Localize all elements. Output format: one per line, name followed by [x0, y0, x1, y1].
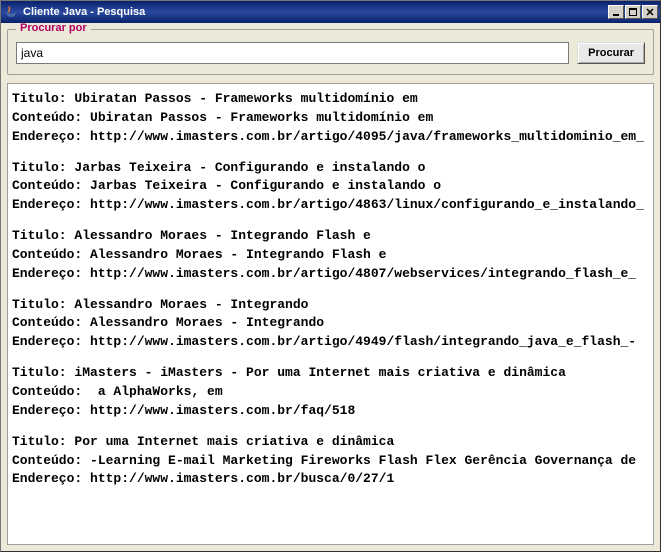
search-legend: Procurar por	[16, 23, 91, 34]
window-title: Cliente Java - Pesquisa	[23, 6, 608, 18]
result-content: Conteúdo: Ubiratan Passos - Frameworks m…	[12, 109, 649, 128]
result-address: Endereço: http://www.imasters.com.br/faq…	[12, 402, 649, 421]
result-address: Endereço: http://www.imasters.com.br/art…	[12, 265, 649, 284]
close-button[interactable]	[642, 5, 658, 19]
search-button[interactable]: Procurar	[577, 42, 645, 64]
app-window: Cliente Java - Pesquisa Procurar por Pro…	[0, 0, 661, 552]
result-title: Titulo: Alessandro Moraes - Integrando F…	[12, 227, 649, 246]
result-address: Endereço: http://www.imasters.com.br/art…	[12, 196, 649, 215]
maximize-button[interactable]	[625, 5, 641, 19]
result-block: Titulo: Por uma Internet mais criativa e…	[12, 433, 649, 490]
result-block: Titulo: Alessandro Moraes - Integrando F…	[12, 227, 649, 284]
search-panel: Procurar por Procurar	[7, 29, 654, 75]
result-title: Titulo: Alessandro Moraes - Integrando	[12, 296, 649, 315]
result-content: Conteúdo: a AlphaWorks, em	[12, 383, 649, 402]
client-area: Procurar por Procurar Titulo: Ubiratan P…	[1, 23, 660, 551]
result-title: Titulo: Ubiratan Passos - Frameworks mul…	[12, 90, 649, 109]
result-address: Endereço: http://www.imasters.com.br/bus…	[12, 470, 649, 489]
result-title: Titulo: iMasters - iMasters - Por uma In…	[12, 364, 649, 383]
result-address: Endereço: http://www.imasters.com.br/art…	[12, 128, 649, 147]
result-block: Titulo: iMasters - iMasters - Por uma In…	[12, 364, 649, 421]
minimize-button[interactable]	[608, 5, 624, 19]
result-block: Titulo: Ubiratan Passos - Frameworks mul…	[12, 90, 649, 147]
window-controls	[608, 5, 658, 19]
java-app-icon	[3, 4, 19, 20]
result-address: Endereço: http://www.imasters.com.br/art…	[12, 333, 649, 352]
result-content: Conteúdo: Alessandro Moraes - Integrando…	[12, 246, 649, 265]
result-block: Titulo: Jarbas Teixeira - Configurando e…	[12, 159, 649, 216]
search-row: Procurar	[16, 42, 645, 64]
result-content: Conteúdo: Jarbas Teixeira - Configurando…	[12, 177, 649, 196]
result-title: Titulo: Jarbas Teixeira - Configurando e…	[12, 159, 649, 178]
result-content: Conteúdo: -Learning E-mail Marketing Fir…	[12, 452, 649, 471]
search-input[interactable]	[16, 42, 569, 64]
title-bar: Cliente Java - Pesquisa	[1, 1, 660, 23]
result-title: Titulo: Por uma Internet mais criativa e…	[12, 433, 649, 452]
result-block: Titulo: Alessandro Moraes - IntegrandoCo…	[12, 296, 649, 353]
result-content: Conteúdo: Alessandro Moraes - Integrando	[12, 314, 649, 333]
results-area: Titulo: Ubiratan Passos - Frameworks mul…	[7, 83, 654, 545]
